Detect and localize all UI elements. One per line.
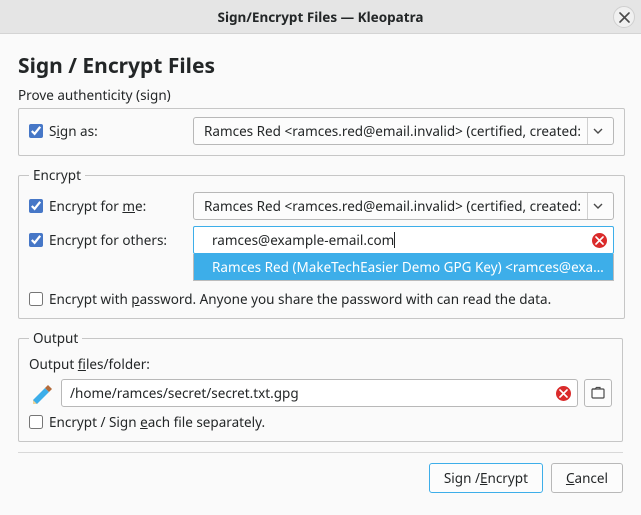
sign-as-value: Ramces Red <ramces.red@email.invalid> (c… [204, 122, 581, 140]
encrypt-for-me-combobox[interactable]: Ramces Red <ramces.red@email.invalid> (c… [193, 192, 614, 220]
encrypt-for-others-checkbox[interactable]: Encrypt for others: [29, 231, 185, 249]
sign-section-label: Prove authenticity (sign) [18, 86, 623, 104]
each-file-checkbox-input[interactable] [29, 415, 43, 429]
sign-encrypt-button[interactable]: Sign / Encrypt [429, 463, 543, 493]
output-fieldset: Output Output files/folder: /home/ramces… [18, 329, 623, 442]
clear-input-icon[interactable] [592, 233, 607, 248]
browse-output-button[interactable] [584, 379, 612, 407]
sign-as-label: Sign as: [49, 122, 98, 140]
encrypt-with-password-checkbox-input[interactable] [29, 292, 43, 306]
sign-fieldset: Sign as: Ramces Red <ramces.red@email.in… [18, 108, 625, 156]
folder-open-icon [590, 385, 606, 401]
encrypt-legend: Encrypt [29, 166, 85, 184]
encrypt-for-me-value: Ramces Red <ramces.red@email.invalid> (c… [204, 197, 581, 215]
window-close-button[interactable] [613, 6, 635, 28]
encrypt-for-me-checkbox-input[interactable] [29, 199, 43, 213]
titlebar: Sign/Encrypt Files — Kleopatra [0, 0, 641, 34]
output-path-value: /home/ramces/secret/secret.txt.gpg [70, 384, 556, 402]
encrypt-with-password-checkbox[interactable]: Encrypt with password. Anyone you share … [29, 290, 551, 308]
page-title: Sign / Encrypt Files [18, 52, 623, 80]
encrypt-for-others-checkbox-input[interactable] [29, 233, 43, 247]
window-title: Sign/Encrypt Files — Kleopatra [218, 8, 424, 26]
close-icon [619, 12, 630, 23]
recipient-suggestion-dropdown: Ramces Red (MakeTechEasier Demo GPG Key)… [193, 254, 614, 281]
encrypt-for-others-typed-text: ramces@example-email.com [212, 231, 592, 249]
sign-as-checkbox-input[interactable] [29, 124, 43, 138]
sign-as-checkbox[interactable]: Sign as: [29, 122, 185, 140]
encrypt-for-me-label: Encrypt for me: [49, 197, 146, 215]
encrypt-with-password-label: Encrypt with password. Anyone you share … [49, 290, 551, 308]
chevron-down-icon [587, 118, 607, 144]
encrypt-fieldset: Encrypt Encrypt for me: Ramces Red <ramc… [18, 166, 625, 319]
encrypt-for-others-input[interactable]: ramces@example-email.com [193, 226, 614, 254]
encrypt-for-others-label: Encrypt for others: [49, 231, 167, 249]
output-path-input[interactable]: /home/ramces/secret/secret.txt.gpg [61, 379, 578, 407]
output-legend: Output [29, 329, 82, 347]
clear-output-icon[interactable] [556, 386, 571, 401]
each-file-checkbox[interactable]: Encrypt / Sign each file separately. [29, 413, 265, 431]
dialog-button-row: Sign / Encrypt Cancel [18, 463, 623, 493]
chevron-down-icon [587, 193, 607, 219]
output-files-label: Output files/folder: [29, 355, 612, 373]
cancel-button[interactable]: Cancel [551, 463, 623, 493]
pencil-icon [29, 380, 55, 406]
recipient-suggestion-item[interactable]: Ramces Red (MakeTechEasier Demo GPG Key)… [194, 254, 613, 280]
sign-as-combobox[interactable]: Ramces Red <ramces.red@email.invalid> (c… [193, 117, 614, 145]
each-file-label: Encrypt / Sign each file separately. [49, 413, 265, 431]
separator [18, 452, 623, 453]
encrypt-for-me-checkbox[interactable]: Encrypt for me: [29, 197, 185, 215]
